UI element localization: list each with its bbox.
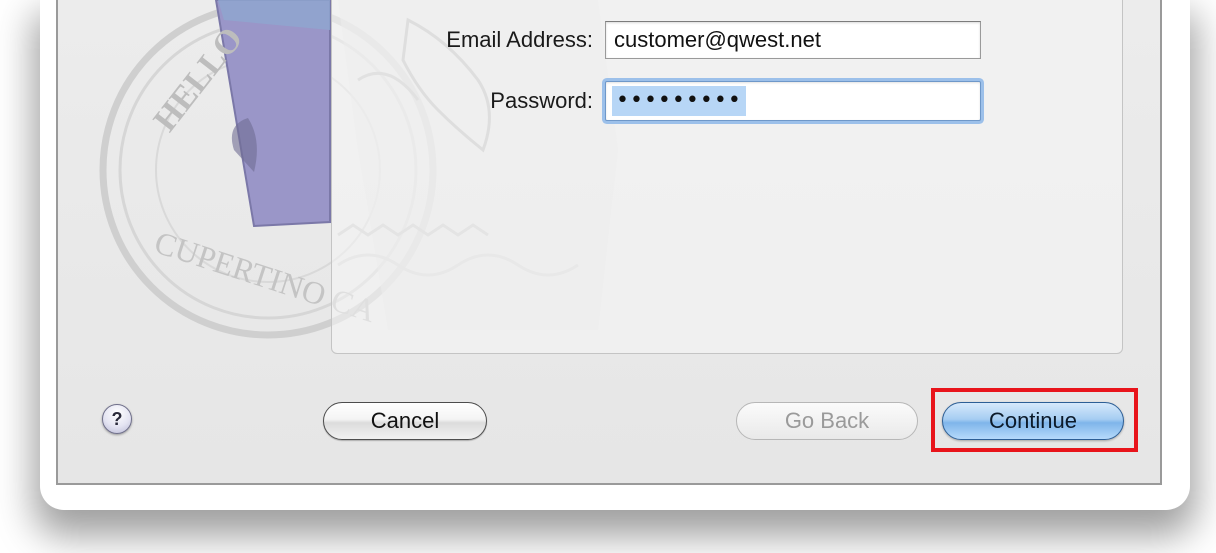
help-button[interactable]: ? bbox=[102, 404, 132, 434]
svg-text:HELLO: HELLO bbox=[147, 20, 251, 138]
question-mark-icon: ? bbox=[111, 408, 123, 429]
cancel-button[interactable]: Cancel bbox=[323, 402, 487, 440]
email-row: Email Address: bbox=[383, 20, 981, 60]
password-selected-text: ••••••••• bbox=[612, 86, 746, 116]
continue-button[interactable]: Continue bbox=[942, 402, 1124, 440]
go-back-button[interactable]: Go Back bbox=[736, 402, 918, 440]
password-field[interactable]: ••••••••• bbox=[605, 81, 981, 121]
email-field[interactable] bbox=[605, 21, 981, 59]
screenshot-stage: HELLO CUPERTINO CA Email Address: Passwo… bbox=[0, 0, 1216, 553]
email-label: Email Address: bbox=[446, 27, 593, 52]
mail-setup-window: HELLO CUPERTINO CA Email Address: Passwo… bbox=[56, 0, 1162, 485]
password-label: Password: bbox=[490, 88, 593, 113]
password-row: Password: ••••••••• bbox=[383, 81, 981, 121]
